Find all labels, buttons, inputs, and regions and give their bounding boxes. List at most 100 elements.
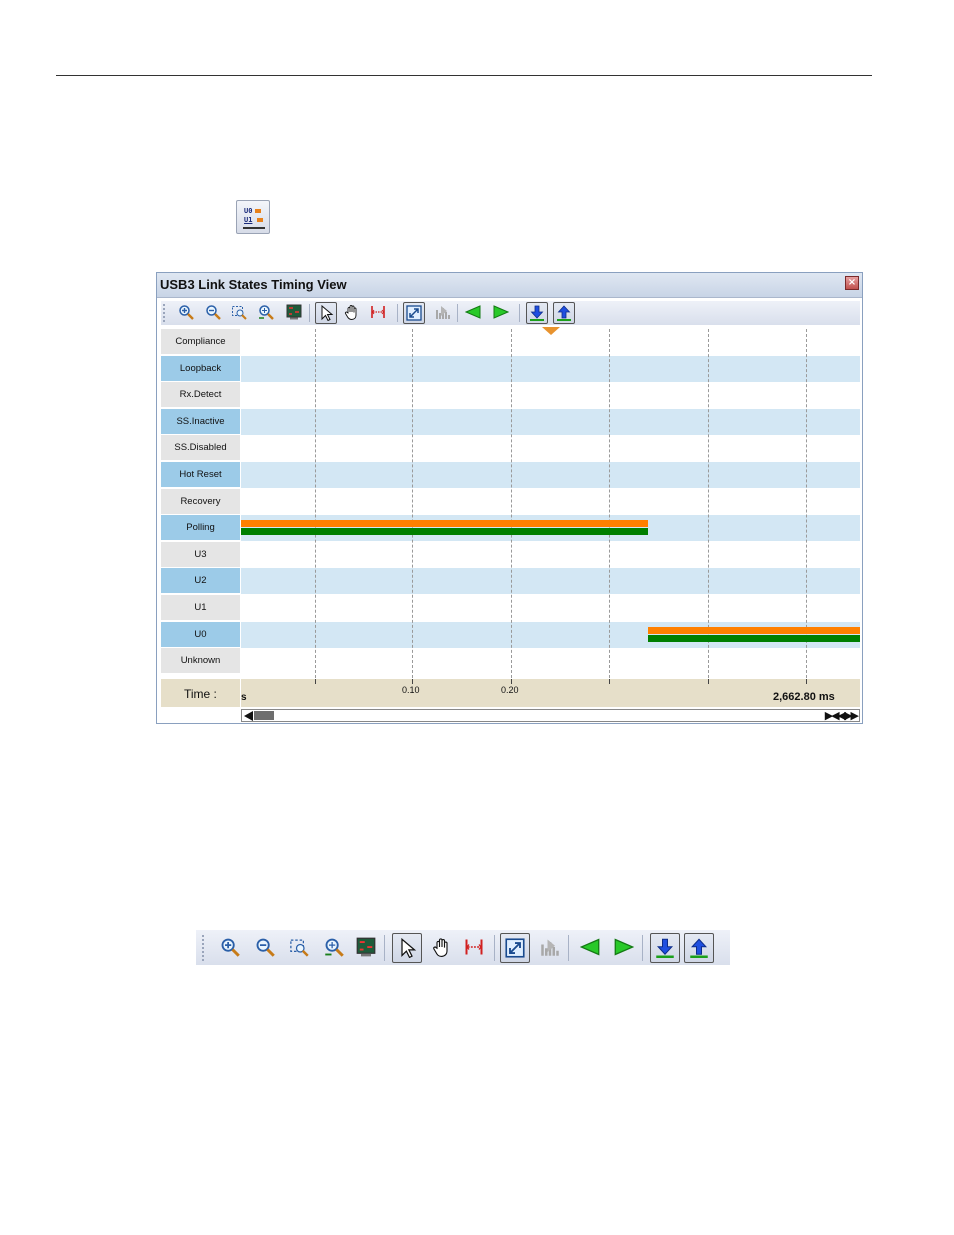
zoom-out-button[interactable] bbox=[251, 933, 281, 963]
page-header-rule bbox=[56, 75, 872, 76]
state-row bbox=[241, 355, 860, 382]
toolbar-grip[interactable] bbox=[202, 935, 204, 961]
state-label[interactable]: Loopback bbox=[161, 355, 240, 382]
scroll-nav-icons[interactable]: ▶◀◀▶▶ bbox=[825, 709, 859, 722]
previous-button[interactable] bbox=[463, 302, 485, 324]
grid-line bbox=[609, 329, 610, 678]
measure-cursor-icon bbox=[465, 939, 483, 955]
toolbar-separator bbox=[519, 304, 520, 322]
measure-tool-button[interactable] bbox=[460, 933, 490, 963]
toolbar-separator bbox=[642, 935, 643, 961]
zoom-fit-icon bbox=[259, 305, 274, 320]
measure-tool-button[interactable] bbox=[368, 302, 390, 324]
pointer-tool-button[interactable] bbox=[392, 933, 422, 963]
pointer-tool-button[interactable] bbox=[315, 302, 337, 324]
state-row bbox=[241, 648, 860, 674]
link-states-timing-window: USB3 Link States Timing View × Complianc… bbox=[156, 272, 863, 724]
state-label[interactable]: U0 bbox=[161, 621, 240, 648]
histogram-button bbox=[433, 302, 455, 324]
pan-tool-button[interactable] bbox=[342, 302, 364, 324]
horizontal-scrollbar[interactable]: ▶◀◀▶▶ bbox=[241, 709, 860, 722]
zoom-fit-button[interactable] bbox=[256, 302, 278, 324]
state-row bbox=[241, 408, 860, 435]
move-down-button[interactable] bbox=[650, 933, 680, 963]
pan-tool-button[interactable] bbox=[428, 933, 458, 963]
time-tick bbox=[412, 679, 413, 684]
toolbar-closeup bbox=[196, 930, 730, 965]
toolbar-separator bbox=[384, 935, 385, 961]
close-button[interactable]: × bbox=[845, 276, 859, 290]
state-label[interactable]: U3 bbox=[161, 541, 240, 568]
zoom-selection-button[interactable] bbox=[285, 933, 315, 963]
pan-hand-icon bbox=[433, 938, 448, 957]
fit-view-icon bbox=[406, 305, 422, 321]
link-states-timing-view-icon[interactable]: U0 U1 bbox=[236, 200, 270, 234]
time-tick bbox=[511, 679, 512, 684]
zoom-in-icon bbox=[179, 305, 194, 320]
time-tick bbox=[806, 679, 807, 684]
zoom-selection-button[interactable] bbox=[229, 302, 251, 324]
state-segment-u0[interactable] bbox=[647, 626, 860, 634]
waveform-display-button[interactable] bbox=[284, 302, 306, 324]
time-tick bbox=[708, 679, 709, 684]
scroll-left-icon[interactable] bbox=[244, 711, 253, 721]
state-segment-polling[interactable] bbox=[241, 528, 648, 536]
toolbar-separator bbox=[494, 935, 495, 961]
zoom-fit-icon bbox=[325, 938, 344, 957]
fit-view-button[interactable] bbox=[500, 933, 530, 963]
move-down-button[interactable] bbox=[526, 302, 548, 324]
zoom-in-button[interactable] bbox=[176, 302, 198, 324]
toolbar-separator bbox=[397, 304, 398, 322]
state-label[interactable]: Polling bbox=[161, 515, 240, 542]
zoom-selection-icon bbox=[232, 306, 247, 320]
state-label[interactable]: SS.Disabled bbox=[161, 435, 240, 462]
measure-cursor-icon bbox=[371, 306, 385, 318]
pointer-icon bbox=[401, 938, 417, 958]
next-button[interactable] bbox=[610, 933, 640, 963]
previous-arrow-icon bbox=[465, 305, 481, 319]
state-row bbox=[241, 329, 860, 355]
move-up-button[interactable] bbox=[684, 933, 714, 963]
zoom-selection-icon bbox=[290, 939, 309, 957]
state-label[interactable]: Recovery bbox=[161, 488, 240, 515]
fit-view-icon bbox=[505, 938, 525, 958]
histogram-button bbox=[536, 933, 566, 963]
move-up-icon bbox=[557, 305, 571, 321]
move-up-button[interactable] bbox=[553, 302, 575, 324]
state-row bbox=[241, 435, 860, 461]
waveform-display-icon bbox=[286, 304, 302, 320]
state-segment-u0[interactable] bbox=[647, 634, 860, 642]
zoom-out-icon bbox=[256, 938, 275, 957]
toolbar-separator bbox=[309, 304, 310, 322]
scroll-thumb[interactable] bbox=[254, 711, 274, 720]
next-button[interactable] bbox=[491, 302, 513, 324]
window-title: USB3 Link States Timing View bbox=[160, 277, 347, 292]
zoom-out-button[interactable] bbox=[203, 302, 225, 324]
state-label[interactable]: Compliance bbox=[161, 329, 240, 355]
pointer-icon bbox=[321, 305, 334, 321]
state-label[interactable]: U2 bbox=[161, 568, 240, 595]
zoom-in-button[interactable] bbox=[216, 933, 246, 963]
state-label[interactable]: Unknown bbox=[161, 648, 240, 675]
fit-view-button[interactable] bbox=[403, 302, 425, 324]
state-row bbox=[241, 568, 860, 595]
waveform-display-button[interactable] bbox=[352, 933, 382, 963]
time-axis: Time : s 2,662.80 ms 0.10 0.20 bbox=[161, 679, 860, 707]
previous-button[interactable] bbox=[576, 933, 606, 963]
zoom-fit-button[interactable] bbox=[320, 933, 350, 963]
move-down-icon bbox=[656, 938, 674, 958]
toolbar-grip[interactable] bbox=[163, 304, 165, 322]
state-row bbox=[241, 382, 860, 408]
previous-arrow-icon bbox=[580, 938, 600, 956]
timing-plot[interactable] bbox=[241, 329, 860, 678]
zoom-out-icon bbox=[206, 305, 221, 320]
state-label[interactable]: SS.Inactive bbox=[161, 408, 240, 435]
state-label[interactable]: Hot Reset bbox=[161, 462, 240, 488]
state-label[interactable]: Rx.Detect bbox=[161, 382, 240, 409]
timing-toolbar bbox=[161, 301, 860, 325]
waveform-display-icon bbox=[356, 937, 376, 957]
state-segment-polling[interactable] bbox=[241, 520, 648, 528]
time-tick-label: 0.20 bbox=[501, 685, 519, 695]
grid-line bbox=[511, 329, 512, 678]
state-label[interactable]: U1 bbox=[161, 595, 240, 621]
